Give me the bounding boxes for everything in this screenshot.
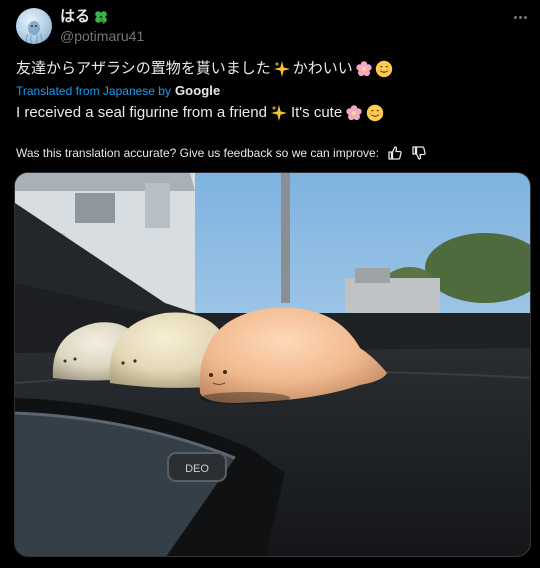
user-handle[interactable]: @potimaru41 (60, 27, 144, 45)
translated-text-main: I received a seal figurine from a friend (16, 104, 267, 121)
sparkles-icon (273, 61, 290, 77)
translation-attribution: Translated from Japanese by Google (16, 83, 220, 99)
car-dash-button: DEO (167, 452, 227, 482)
thumbs-up-icon[interactable] (387, 145, 403, 161)
original-text-suffix: かわいい (292, 60, 353, 77)
translated-text-suffix: It's cute (290, 104, 343, 121)
avatar[interactable] (16, 8, 52, 44)
sparkles-icon (270, 105, 287, 121)
smiling-face-icon (366, 104, 384, 122)
original-text: 友達からアザラシの置物を貰いました かわいい (16, 59, 393, 79)
display-name[interactable]: はる (60, 8, 90, 26)
more-options-icon[interactable] (510, 10, 530, 24)
google-brand: Google (174, 83, 221, 98)
post-image[interactable]: DEO (14, 172, 531, 557)
translated-text: I received a seal figurine from a friend… (16, 103, 384, 123)
post: はる @potimaru41 友達からアザラシの置物を貰いました かわいい Tr… (0, 0, 540, 568)
translated-from-label[interactable]: Translated from Japanese by (16, 83, 171, 99)
four-leaf-clover-icon (95, 11, 107, 25)
cherry-blossom-icon (346, 105, 362, 121)
original-text-main: 友達からアザラシの置物を貰いました (16, 60, 271, 77)
feedback-prompt: Was this translation accurate? Give us f… (16, 146, 380, 160)
smiling-face-icon (375, 60, 392, 78)
name-row: はる (60, 8, 109, 26)
thumbs-down-icon[interactable] (411, 145, 427, 161)
cherry-blossom-icon (356, 61, 372, 77)
svg-text:DEO: DEO (185, 463, 209, 475)
translation-feedback: Was this translation accurate? Give us f… (16, 145, 427, 161)
photo-seal-figurines: DEO (15, 173, 530, 556)
